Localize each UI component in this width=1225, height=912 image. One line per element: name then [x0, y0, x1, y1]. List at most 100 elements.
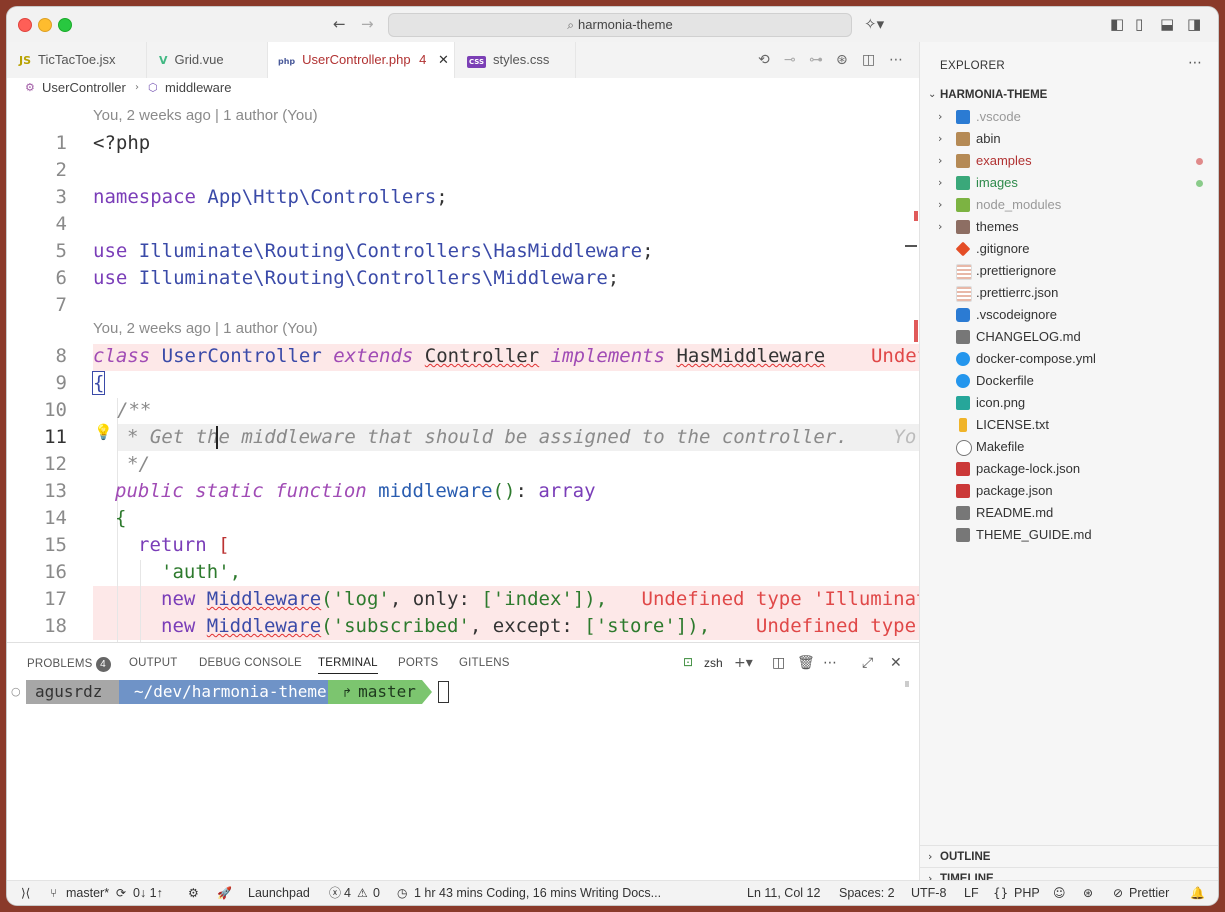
tree-item-gitignore[interactable]: .gitignore — [920, 238, 1218, 260]
code-token: implements — [550, 345, 666, 367]
tab-terminal[interactable]: TERMINAL — [318, 657, 378, 674]
tree-item-abin-folder[interactable]: › abin — [920, 128, 1218, 150]
tab-usercontroller-php[interactable]: php UserController.php 4 ✕ — [268, 42, 455, 78]
tab-gitlens[interactable]: GITLENS — [459, 657, 510, 669]
code-editor[interactable]: You, 2 weeks ago | 1 author (You) 1 2 3 … — [7, 98, 919, 642]
tab-debug-console[interactable]: DEBUG CONSOLE — [199, 657, 302, 669]
status-sync[interactable]: 0↓ 1↑ — [133, 881, 163, 905]
css-file-icon: CSS — [467, 56, 487, 68]
maximize-window-button[interactable] — [58, 18, 72, 32]
breadcrumb-item-class[interactable]: UserController — [42, 78, 126, 98]
terminal-scrollbar[interactable] — [905, 681, 909, 687]
status-launchpad[interactable]: Launchpad — [248, 881, 310, 905]
copilot-icon[interactable]: ☺ — [1053, 881, 1066, 905]
license-key-icon — [959, 418, 967, 432]
tab-ports[interactable]: PORTS — [398, 657, 438, 669]
status-warnings[interactable]: 0 — [373, 881, 380, 905]
close-window-button[interactable] — [18, 18, 32, 32]
tree-item-docker-compose[interactable]: docker-compose.yml — [920, 348, 1218, 370]
trash-icon[interactable]: 🗑 — [797, 655, 815, 671]
remote-icon[interactable]: ⟩⟨ — [21, 881, 30, 905]
terminal-shell-name[interactable]: zsh — [704, 656, 723, 670]
git-blame-annotation[interactable]: You, 2 weeks ago | 1 author (You) — [93, 320, 318, 337]
git-blame-annotation[interactable]: You, 2 weeks ago | 1 author (You) — [93, 107, 318, 124]
chevron-right-icon: › — [938, 132, 943, 145]
forward-arrow-icon[interactable]: → — [361, 15, 374, 33]
explorer-root-folder[interactable]: ⌄ HARMONIA-THEME — [920, 84, 1218, 106]
tree-item-prettierrc[interactable]: .prettierrc.json — [920, 282, 1218, 304]
status-language[interactable]: PHP — [1014, 881, 1040, 905]
code-token: * Get the middleware that should be assi… — [127, 426, 848, 448]
status-indentation[interactable]: Spaces: 2 — [839, 881, 895, 905]
maximize-panel-icon[interactable]: ⤢ — [862, 655, 873, 671]
toggle-editor-layout-icon[interactable]: ▯ — [1135, 15, 1143, 33]
root-folder-name: HARMONIA-THEME — [940, 89, 1048, 101]
tree-item-vscodeignore[interactable]: .vscodeignore — [920, 304, 1218, 326]
gitlens-icon[interactable]: ⊛ — [836, 52, 848, 68]
tree-item-changelog[interactable]: CHANGELOG.md — [920, 326, 1218, 348]
code-line: */ — [127, 453, 150, 475]
lightbulb-icon[interactable]: 💡 — [94, 423, 113, 441]
chevron-right-icon: › — [928, 850, 933, 863]
status-eol[interactable]: LF — [964, 881, 979, 905]
status-encoding[interactable]: UTF-8 — [911, 881, 946, 905]
tab-output[interactable]: OUTPUT — [129, 657, 177, 669]
close-tab-icon[interactable]: ✕ — [438, 53, 449, 68]
tree-item-package-lock[interactable]: package-lock.json — [920, 458, 1218, 480]
more-actions-icon[interactable]: ⋯ — [823, 655, 837, 671]
gitlens-status-icon[interactable]: ⊛ — [1083, 881, 1093, 905]
tree-item-readme[interactable]: README.md — [920, 502, 1218, 524]
status-prettier[interactable]: Prettier — [1129, 881, 1169, 905]
tree-item-node-modules-folder[interactable]: › node_modules — [920, 194, 1218, 216]
tree-item-makefile[interactable]: Makefile — [920, 436, 1218, 458]
code-token: ), — [584, 588, 608, 610]
tree-item-license[interactable]: LICENSE.txt — [920, 414, 1218, 436]
tree-item-vscode-folder[interactable]: › .vscode — [920, 106, 1218, 128]
tab-tictactoe[interactable]: JS TicTacToe.jsx — [7, 42, 147, 78]
tree-item-examples-folder[interactable]: › examples — [920, 150, 1218, 172]
split-terminal-icon[interactable]: ◫ — [772, 655, 785, 671]
javascript-file-icon: JS — [19, 54, 32, 67]
minimize-window-button[interactable] — [38, 18, 52, 32]
more-actions-icon[interactable]: ⋯ — [1188, 55, 1202, 71]
gitlens-graph-icon[interactable]: ⚙ — [188, 881, 199, 905]
tab-problems[interactable]: PROBLEMS 4 — [27, 657, 111, 672]
next-commit-icon[interactable]: ⊶ — [809, 52, 823, 68]
split-editor-icon[interactable]: ◫ — [862, 52, 875, 68]
toggle-secondary-sidebar-icon[interactable]: ◨ — [1187, 15, 1201, 33]
chevron-right-icon: › — [938, 220, 943, 233]
toggle-primary-sidebar-icon[interactable]: ◧ — [1110, 15, 1124, 33]
breadcrumb-item-method[interactable]: middleware — [165, 78, 231, 98]
docker-icon — [956, 374, 970, 388]
tree-item-theme-guide[interactable]: THEME_GUIDE.md — [920, 524, 1218, 546]
rocket-icon: 🚀 — [217, 886, 232, 900]
file-name: package.json — [976, 483, 1053, 498]
copilot-icon[interactable]: ✧▾ — [864, 15, 884, 33]
previous-commit-icon[interactable]: ⊸ — [784, 52, 796, 68]
tree-item-prettierignore[interactable]: .prettierignore — [920, 260, 1218, 282]
tab-grid-vue[interactable]: V Grid.vue — [147, 42, 268, 78]
status-cursor-position[interactable]: Ln 11, Col 12 — [747, 881, 820, 905]
status-errors[interactable]: 4 — [344, 881, 351, 905]
chevron-right-icon: › — [135, 82, 139, 93]
terminal-icon: ⊡ — [683, 655, 694, 669]
toggle-panel-icon[interactable]: ⬓ — [1160, 15, 1174, 33]
outline-section-header[interactable]: › OUTLINE — [920, 845, 1218, 868]
code-token: ; — [642, 240, 654, 262]
tree-item-themes-folder[interactable]: › themes — [920, 216, 1218, 238]
more-actions-icon[interactable]: ⋯ — [889, 52, 903, 68]
tree-item-package-json[interactable]: package.json — [920, 480, 1218, 502]
tab-styles-css[interactable]: CSS styles.css — [455, 42, 576, 78]
close-panel-icon[interactable]: ✕ — [890, 655, 902, 671]
tree-item-images-folder[interactable]: › images — [920, 172, 1218, 194]
open-changes-icon[interactable]: ⟲ — [758, 52, 770, 68]
back-arrow-icon[interactable]: ← — [333, 15, 346, 33]
status-branch[interactable]: master* — [66, 881, 109, 905]
new-terminal-icon[interactable]: +▾ — [734, 655, 753, 671]
status-coding-time[interactable]: 1 hr 43 mins Coding, 16 mins Writing Doc… — [414, 881, 661, 905]
code-token: { — [91, 371, 106, 395]
notifications-bell-icon[interactable]: 🔔 — [1190, 881, 1205, 905]
tree-item-icon-png[interactable]: icon.png — [920, 392, 1218, 414]
tree-item-dockerfile[interactable]: Dockerfile — [920, 370, 1218, 392]
command-center-search[interactable]: ⌕ harmonia-theme — [388, 13, 852, 37]
